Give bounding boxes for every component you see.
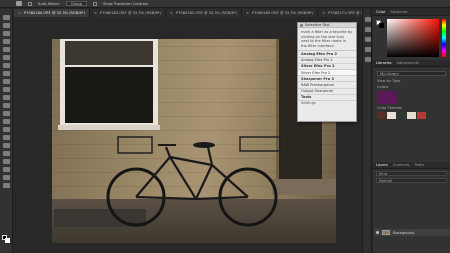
document-photo[interactable] (52, 39, 336, 243)
color-themes-label: Color Themes (377, 106, 402, 110)
close-icon[interactable]: × (94, 11, 97, 15)
tab-layers[interactable]: Layers (376, 163, 388, 167)
clone-stamp-tool-icon[interactable] (3, 87, 10, 92)
colors-section-label: Colors (377, 85, 389, 89)
frame-tool-icon[interactable] (3, 55, 10, 60)
theme-swatch[interactable] (387, 112, 396, 119)
blend-mode-select[interactable]: Normal (376, 178, 447, 183)
library-color-swatch[interactable] (377, 91, 397, 104)
hue-slider[interactable] (442, 19, 446, 57)
quick-select-tool-icon[interactable] (3, 39, 10, 44)
show-transform-checkbox[interactable] (92, 1, 97, 6)
document-tabs: × P7060184.ORF @ 33.3% (RGB/8*) × P7060183… (14, 9, 395, 17)
auto-select-label: Auto-Select: (38, 1, 61, 6)
color-picker-field[interactable] (387, 19, 439, 57)
auto-select-checkbox[interactable] (28, 1, 32, 6)
color-theme-swatches[interactable] (377, 112, 446, 119)
tab-channels[interactable]: Channels (393, 163, 410, 167)
pen-tool-icon[interactable] (3, 135, 10, 140)
theme-swatch[interactable] (407, 112, 416, 119)
canvas-area[interactable]: Selective Tool mark a filter as a favori… (14, 18, 360, 253)
zoom-tool-icon[interactable] (3, 175, 10, 180)
color-panel-background[interactable] (379, 23, 384, 28)
more-tools-icon[interactable] (3, 183, 10, 188)
document-tab[interactable]: × P7060184.ORF @ 33.3% (RGB/8*) (14, 9, 91, 17)
paragraph-panel-icon[interactable] (365, 57, 371, 62)
bicycle-illustration (106, 136, 281, 227)
view-by-select[interactable]: View by Type (377, 79, 446, 83)
brush-panel-icon[interactable] (365, 37, 371, 42)
tab-swatches[interactable]: Swatches (390, 10, 407, 14)
tools-panel (0, 9, 13, 253)
healing-brush-tool-icon[interactable] (3, 71, 10, 76)
close-icon[interactable] (300, 23, 303, 27)
panel-icon-strip (362, 9, 372, 253)
blur-tool-icon[interactable] (3, 119, 10, 124)
close-icon[interactable]: × (170, 11, 173, 15)
properties-panel-icon[interactable] (365, 27, 371, 32)
history-brush-tool-icon[interactable] (3, 95, 10, 100)
layer-name: Background (393, 230, 415, 235)
theme-swatch[interactable] (417, 112, 426, 119)
type-tool-icon[interactable] (3, 143, 10, 148)
character-panel-icon[interactable] (365, 47, 371, 52)
move-tool-icon[interactable] (3, 15, 10, 20)
tab-color[interactable]: Color (376, 10, 385, 14)
theme-swatch[interactable] (397, 112, 406, 119)
visibility-eye-icon[interactable] (376, 231, 379, 234)
layer-thumbnail (382, 230, 390, 235)
layers-panel-header: Layers Channels Paths (373, 162, 450, 169)
layers-controls: Kind Normal (376, 171, 447, 207)
window-glass (65, 67, 153, 123)
rectangle-tool-icon[interactable] (3, 159, 10, 164)
show-transform-label: Show Transform Controls (102, 1, 148, 6)
eraser-tool-icon[interactable] (3, 103, 10, 108)
move-tool-icon[interactable] (16, 1, 22, 6)
nik-filter-menu[interactable]: Selective Tool mark a filter as a favori… (297, 22, 357, 122)
document-tab[interactable]: × P7060182.ORF @ 33.3% (RGB/8*) (166, 9, 243, 17)
libraries-panel: My Library View by Type Colors Color The… (373, 69, 450, 161)
layer-kind-filter[interactable]: Kind (376, 171, 447, 176)
libraries-panel-header: Libraries Adjustments (373, 60, 450, 67)
document-tab[interactable]: × P7060183.ORF @ 33.3% (RGB/8*) (90, 9, 167, 17)
crop-tool-icon[interactable] (3, 47, 10, 52)
document-tab[interactable]: × P7060185.ORF @ 33.3% (RGB/8*) (242, 9, 319, 17)
dodge-tool-icon[interactable] (3, 127, 10, 132)
gradient-tool-icon[interactable] (3, 111, 10, 116)
right-panel-dock: Color Swatches Libraries Adjustments My … (373, 9, 450, 253)
close-icon[interactable]: × (322, 11, 325, 15)
brush-tool-icon[interactable] (3, 79, 10, 84)
tab-paths[interactable]: Paths (415, 163, 425, 167)
filter-menu-settings[interactable]: Settings (298, 101, 356, 106)
path-selection-tool-icon[interactable] (3, 151, 10, 156)
tab-adjustments[interactable]: Adjustments (397, 61, 420, 65)
filter-menu-description: mark a filter as a favorite by clicking … (298, 28, 356, 52)
theme-swatch[interactable] (377, 112, 386, 119)
window-upper-pane (65, 41, 153, 65)
history-panel-icon[interactable] (365, 17, 371, 22)
background-color-swatch[interactable] (5, 238, 10, 243)
auto-select-dropdown[interactable]: Group (66, 1, 87, 6)
lasso-tool-icon[interactable] (3, 31, 10, 36)
marquee-tool-icon[interactable] (3, 23, 10, 28)
library-select[interactable]: My Library (377, 71, 446, 76)
eyedropper-tool-icon[interactable] (3, 63, 10, 68)
options-bar: Auto-Select: Group Show Transform Contro… (0, 0, 450, 8)
close-icon[interactable]: × (18, 11, 21, 15)
hand-tool-icon[interactable] (3, 167, 10, 172)
close-icon[interactable]: × (246, 11, 249, 15)
color-panel-header: Color Swatches (373, 9, 450, 16)
layer-row[interactable]: Background (374, 229, 449, 236)
tab-libraries[interactable]: Libraries (376, 61, 392, 65)
